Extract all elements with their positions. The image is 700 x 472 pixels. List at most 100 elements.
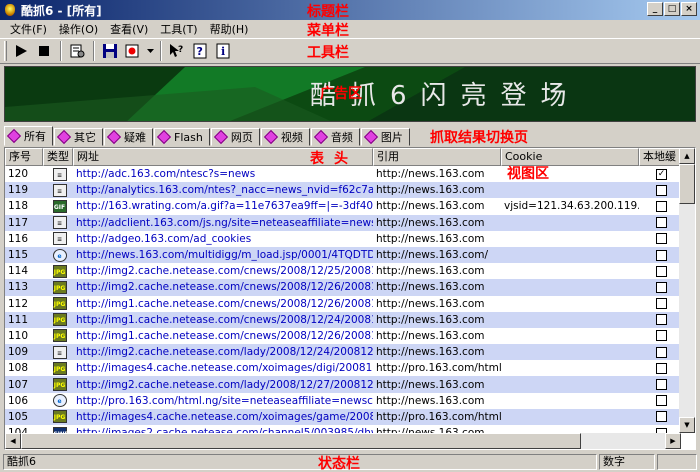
record-button[interactable] [122,40,144,62]
local-cache-checkbox[interactable] [656,249,667,261]
menu-operate[interactable]: 操作(O) [53,21,104,37]
row-number: 116 [8,232,29,245]
result-list[interactable]: 序号 类型 网址 引用 Cookie 本地缓 表头 120 ≡ http://adc… [4,147,696,450]
help-pointer-icon: ? [170,44,183,57]
row-referer: http://news.163.com [376,394,485,407]
local-cache-checkbox[interactable] [656,184,667,196]
column-header-ref[interactable]: 引用 [373,148,501,166]
table-row[interactable]: 113 JPG http://img2.cache.netease.com/cnew… [5,279,681,296]
local-cache-checkbox[interactable] [656,281,667,293]
table-row[interactable]: 117 ≡ http://adclient.163.com/js.ng/site=n… [5,214,681,231]
table-row[interactable]: 118 GIF http://163.wrating.com/a.gif?a=11e… [5,198,681,214]
row-url: http://images4.cache.netease.com/xoimage… [76,410,373,423]
start-button[interactable] [10,40,32,62]
horizontal-scroll-thumb[interactable] [21,433,581,449]
ad-banner[interactable]: 酷抓6闪亮登场 广告区 [4,66,696,122]
maximize-button[interactable]: □ [664,2,680,16]
vertical-scroll-thumb[interactable] [679,164,695,204]
row-url: http://img1.cache.netease.com/cnews/2008… [76,297,373,310]
row-type: JPG [43,329,73,343]
status-numlock: 数字 [599,454,655,470]
local-cache-checkbox[interactable] [656,298,667,310]
local-cache-checkbox[interactable] [656,233,667,245]
list-header: 序号 类型 网址 引用 Cookie 本地缓 表头 [5,148,681,167]
horizontal-scrollbar[interactable]: ◀ ▶ [5,433,681,449]
table-row[interactable]: 114 JPG http://img2.cache.netease.com/cnew… [5,263,681,279]
table-row[interactable]: 111 JPG http://img1.cache.netease.com/cnew… [5,311,681,328]
scroll-down-button[interactable]: ▼ [679,417,695,433]
tab-audio[interactable]: 音频 [310,128,360,146]
column-header-type[interactable]: 类型 [43,148,73,166]
table-row[interactable]: 106 e http://pro.163.com/html.ng/site=nete… [5,393,681,409]
table-row[interactable]: 119 ≡ http://analytics.163.com/ntes?_nacc=… [5,182,681,199]
row-url: http://adc.163.com/ntesc?s=news [76,168,256,181]
table-row[interactable]: 107 JPG http://img2.cache.netease.com/lady… [5,376,681,393]
local-cache-checkbox[interactable] [656,411,667,423]
row-type: e [43,394,73,408]
row-url: http://img1.cache.netease.com/cnews/2008… [76,313,373,326]
row-number: 106 [8,394,29,407]
local-cache-checkbox[interactable] [656,217,667,229]
row-url: http://img2.cache.netease.com/lady/2008/… [76,346,373,359]
table-row[interactable]: 112 JPG http://img1.cache.netease.com/cnew… [5,296,681,312]
local-cache-checkbox[interactable] [656,330,667,342]
row-number: 120 [8,168,29,181]
record-dropdown[interactable] [145,40,155,62]
column-header-num[interactable]: 序号 [5,148,43,166]
local-cache-checkbox[interactable] [656,265,667,277]
svg-text:i: i [221,45,225,58]
save-button[interactable] [99,40,121,62]
table-row[interactable]: 105 JPG http://images4.cache.netease.com/x… [5,408,681,425]
local-cache-checkbox[interactable] [656,395,667,407]
annotation-title-bar: 标题栏 [307,4,349,20]
row-referer: http://news.163.com [376,313,485,326]
title-bar[interactable]: 酷抓6 - [所有] 标题栏 _ □ × [0,0,700,20]
column-header-local-cache[interactable]: 本地缓 [639,148,681,166]
stop-button[interactable] [33,40,55,62]
local-cache-checkbox[interactable]: ✓ [656,168,667,180]
row-local-cache [639,362,681,374]
menu-tools[interactable]: 工具(T) [154,21,203,37]
local-cache-checkbox[interactable] [656,346,667,358]
local-cache-checkbox[interactable] [656,379,667,391]
menu-file[interactable]: 文件(F) [4,21,53,37]
row-url: http://img2.cache.netease.com/lady/2008/… [76,378,373,391]
scroll-right-button[interactable]: ▶ [665,433,681,449]
tab-webpage[interactable]: 网页 [210,128,260,146]
tab-video[interactable]: 视频 [260,128,310,146]
tab-other[interactable]: 其它 [54,128,103,146]
close-button[interactable]: × [681,2,697,16]
minimize-button[interactable]: _ [647,2,663,16]
tab-image[interactable]: 图片 [360,128,410,146]
local-cache-checkbox[interactable] [656,362,667,374]
settings-button[interactable] [66,40,88,62]
help-button[interactable]: ? [189,40,211,62]
row-local-cache [639,249,681,261]
context-help-button[interactable]: ? [166,40,188,62]
table-row[interactable]: 110 JPG http://img1.cache.netease.com/cnew… [5,328,681,344]
table-row[interactable]: 108 JPG http://images4.cache.netease.com/x… [5,360,681,376]
vertical-scrollbar[interactable]: ▲ ▼ [679,148,695,433]
toolbar-grip[interactable] [4,41,7,61]
js-file-icon: ≡ [52,167,67,181]
menu-help[interactable]: 帮助(H) [204,21,255,37]
diamond-icon [106,129,122,145]
table-row[interactable]: 109 ≡ http://img2.cache.netease.com/lady/2… [5,344,681,361]
scroll-left-button[interactable]: ◀ [5,433,21,449]
table-row[interactable]: 115 e http://news.163.com/multidigg/m_load… [5,246,681,264]
menu-view[interactable]: 查看(V) [104,21,154,37]
scroll-up-button[interactable]: ▲ [679,148,695,164]
tab-flash[interactable]: Flash [154,128,210,146]
record-icon [125,44,139,58]
annotation-ad-area: 广告区 [320,86,362,102]
local-cache-checkbox[interactable] [656,314,667,326]
table-row[interactable]: 120 ≡ http://adc.163.com/ntesc?s=news http:… [5,166,681,182]
jpg-file-icon: JPG [52,280,67,294]
tab-all[interactable]: 所有 [4,126,53,146]
table-row[interactable]: 116 ≡ http://adgeo.163.com/ad_cookies http:… [5,231,681,247]
toolbar-separator [60,41,62,61]
about-button[interactable]: i [212,40,234,62]
tab-difficult[interactable]: 疑难 [104,128,153,146]
row-type: JPG [43,361,73,375]
local-cache-checkbox[interactable] [656,200,667,212]
